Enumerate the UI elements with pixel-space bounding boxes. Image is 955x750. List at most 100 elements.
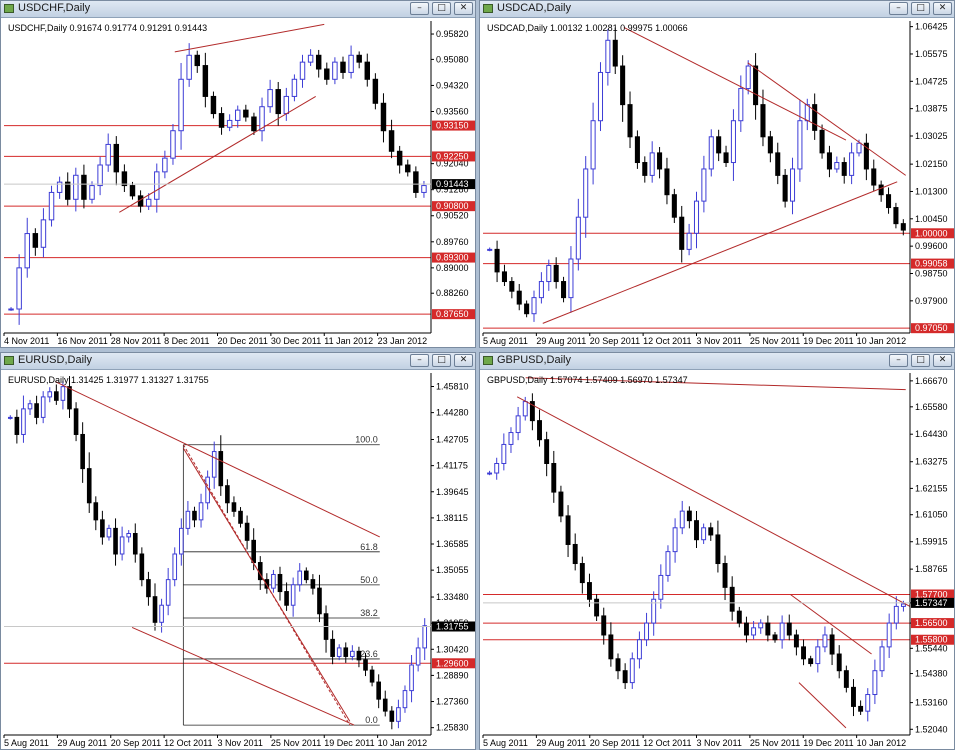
candle-body — [73, 408, 79, 435]
candle-body — [336, 647, 342, 657]
price-tick-label: 0.95820 — [436, 29, 469, 39]
price-tick-label: 1.38115 — [436, 513, 468, 523]
close-icon[interactable]: ✕ — [933, 354, 952, 367]
usdcad-price-chart[interactable]: 1.06425 1.05575 1.04725 1.03875 1.03025 1.021… — [480, 18, 954, 347]
minimize-icon[interactable]: – — [889, 2, 908, 15]
candle-body — [80, 433, 85, 470]
candle-body — [317, 587, 322, 615]
minimize-icon[interactable]: – — [410, 2, 429, 15]
maximize-icon[interactable]: □ — [432, 354, 451, 367]
candle-body — [786, 622, 792, 636]
eurusd-window[interactable]: EURUSD,Daily – □ ✕ 100.0 61.8 50.0 38.2 23.6… — [0, 352, 476, 750]
candle-body — [686, 510, 692, 522]
candle-body — [376, 681, 381, 700]
candle-body — [86, 468, 92, 504]
price-tick-label: 1.35055 — [436, 565, 469, 575]
price-tick-label: 1.39645 — [436, 487, 469, 497]
candle-body — [531, 297, 537, 315]
date-tick-label: 5 Aug 2011 — [4, 738, 49, 748]
candle-body — [886, 194, 892, 209]
close-icon[interactable]: ✕ — [933, 2, 952, 15]
candle-body — [487, 472, 493, 475]
date-tick-label: 3 Nov 2011 — [697, 738, 742, 748]
candle-body — [627, 104, 633, 138]
usdchf-titlebar[interactable]: USDCHF,Daily – □ ✕ — [1, 1, 475, 18]
candle-body — [7, 416, 13, 419]
usdchf-window[interactable]: USDCHF,Daily – □ ✕ 0.95820 0.95080 0.94320… — [0, 0, 476, 348]
candle-body — [271, 573, 276, 589]
eurusd-price-chart[interactable]: 100.0 61.8 50.0 38.2 23.6 0.0 1.45810 1.44280 1.… — [1, 370, 475, 749]
candle-body — [565, 515, 571, 545]
candle-body — [812, 104, 818, 131]
price-tick-label: 1.62155 — [915, 483, 948, 493]
candle-body — [34, 403, 39, 418]
level-price-label: 0.97050 — [915, 323, 948, 333]
candle-body — [693, 200, 700, 234]
fib-level-label: 61.8 — [360, 542, 378, 552]
candle-body — [67, 386, 72, 410]
usdcad-titlebar[interactable]: USDCAD,Daily – □ ✕ — [480, 1, 954, 18]
price-tick-label: 1.05575 — [915, 49, 948, 59]
candle-body — [753, 65, 759, 106]
candle-body — [765, 622, 771, 636]
maximize-icon[interactable]: □ — [432, 2, 451, 15]
usdcad-window[interactable]: USDCAD,Daily – □ ✕ 1.06425 1.05575 1.04725… — [479, 0, 955, 348]
candle-body — [558, 491, 564, 517]
candle-body — [238, 510, 243, 524]
date-tick-label: 28 Nov 2011 — [111, 336, 161, 346]
candle-body — [409, 664, 414, 692]
candle-body — [152, 596, 158, 623]
candle-body — [708, 527, 714, 536]
candle-body — [872, 670, 878, 696]
candle-body — [745, 65, 751, 90]
candle-body — [605, 39, 611, 73]
candle-body — [568, 258, 574, 299]
minimize-icon[interactable]: – — [889, 354, 908, 367]
candle-body — [738, 88, 744, 122]
candle-body — [402, 690, 408, 709]
gbpusd-window[interactable]: GBPUSD,Daily – □ ✕ 1.66670 1.65580 1.64430… — [479, 352, 955, 750]
price-tick-label: 1.54380 — [915, 669, 948, 679]
candle-body — [202, 65, 209, 97]
chart-icon — [483, 356, 493, 365]
candle-body — [284, 591, 289, 606]
level-price-label: 0.89300 — [436, 253, 469, 263]
candle-body — [841, 162, 847, 176]
maximize-icon[interactable]: □ — [911, 354, 930, 367]
candle-body — [679, 510, 685, 529]
candle-body — [849, 152, 855, 176]
candle-body — [522, 401, 528, 417]
candle-body — [315, 54, 322, 70]
level-price-label: 0.87650 — [436, 309, 469, 319]
candle-body — [893, 605, 899, 624]
gbpusd-price-chart[interactable]: 1.66670 1.65580 1.64430 1.63275 1.62155 1.610… — [480, 370, 954, 749]
price-tick-label: 1.02150 — [915, 159, 948, 169]
maximize-icon[interactable]: □ — [911, 2, 930, 15]
candle-body — [649, 152, 655, 176]
candle-body — [779, 622, 785, 641]
current-price-label: 0.91443 — [436, 179, 469, 189]
price-tick-label: 1.42705 — [436, 435, 469, 445]
candle-body — [622, 670, 628, 684]
candle-body — [515, 415, 521, 434]
level-price-label: 0.99058 — [915, 259, 948, 269]
candle-body — [671, 194, 677, 218]
candle-body — [162, 157, 168, 173]
close-icon[interactable]: ✕ — [454, 2, 473, 15]
close-icon[interactable]: ✕ — [454, 354, 473, 367]
candle-body — [836, 653, 842, 672]
eurusd-titlebar[interactable]: EURUSD,Daily – □ ✕ — [1, 353, 475, 370]
candle-body — [587, 582, 592, 600]
usdchf-price-chart[interactable]: 0.958200.950800.943200.935600.920400.912… — [1, 18, 475, 347]
date-tick-label: 3 Nov 2011 — [218, 738, 263, 748]
gbpusd-titlebar[interactable]: GBPUSD,Daily – □ ✕ — [480, 353, 954, 370]
candle-body — [900, 223, 906, 231]
candle-body — [303, 570, 309, 581]
candle-body — [487, 248, 493, 251]
candle-body — [113, 527, 118, 555]
candle-body — [421, 185, 427, 193]
ohlc-header: EURUSD,Daily 1.31425 1.31977 1.31327 1.3… — [8, 375, 209, 385]
candle-body — [126, 533, 132, 538]
minimize-icon[interactable]: – — [410, 354, 429, 367]
candle-body — [608, 634, 614, 660]
